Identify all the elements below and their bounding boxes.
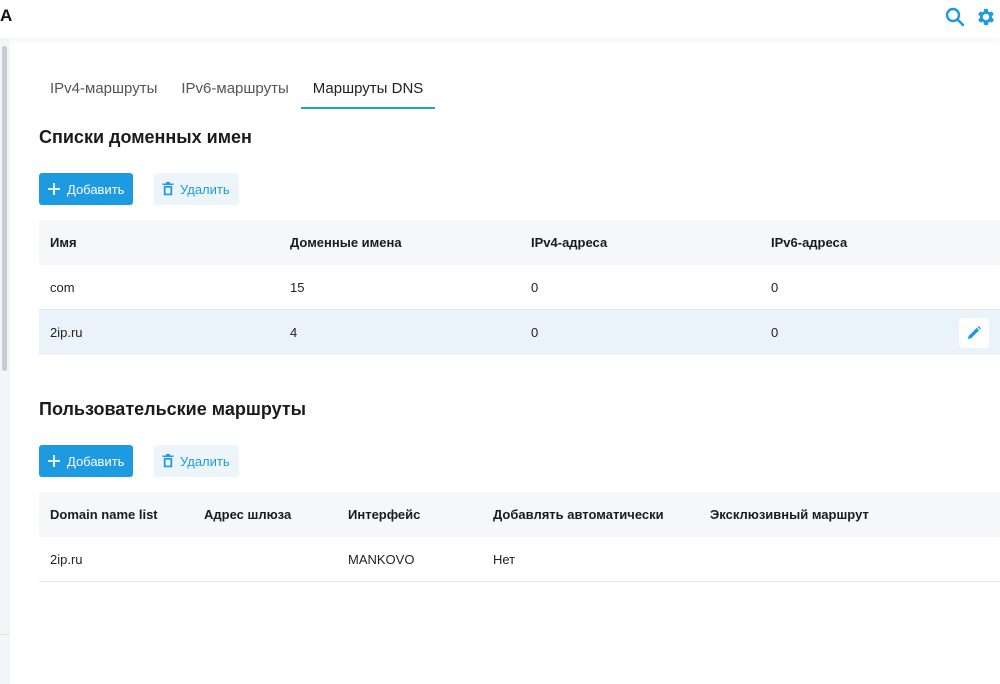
column-header: Эксклюзивный маршрут (710, 507, 869, 522)
cell-name: 2ip.ru (50, 325, 83, 340)
route-tabs: IPv4-маршруты IPv6-маршруты Маршруты DNS (38, 70, 1000, 109)
table-header: Имя Доменные имена IPv4-адреса IPv6-адре… (39, 220, 1000, 265)
pencil-icon (968, 326, 981, 339)
cell-name: com (50, 280, 75, 295)
plus-icon (48, 455, 60, 467)
trash-icon (162, 454, 174, 468)
tab-ipv4-routes[interactable]: IPv4-маршруты (38, 70, 169, 109)
cell-domain-count: 15 (290, 280, 305, 295)
delete-domain-list-button[interactable]: Удалить (154, 173, 239, 205)
search-icon[interactable] (944, 6, 966, 28)
column-header: Интерфейс (348, 507, 421, 522)
add-label: Добавить (67, 181, 125, 197)
column-header: IPv4-адреса (531, 235, 608, 250)
column-header: IPv6-адреса (771, 235, 848, 250)
delete-label: Удалить (180, 453, 230, 469)
add-route-button[interactable]: Добавить (39, 445, 134, 477)
left-rail (0, 38, 10, 684)
column-header: Domain name list (50, 507, 158, 522)
custom-routes-table: Domain name list Адрес шлюза Интерфейс Д… (39, 492, 1000, 582)
add-domain-list-button[interactable]: Добавить (39, 173, 134, 205)
cell-ipv6-count: 0 (771, 325, 779, 340)
delete-label: Удалить (180, 181, 230, 197)
cell-ipv6-count: 0 (771, 280, 779, 295)
column-header: Имя (50, 235, 77, 250)
custom-routes-title: Пользовательские маршруты (39, 399, 307, 419)
plus-icon (48, 183, 60, 195)
add-label: Добавить (67, 453, 125, 469)
table-row[interactable]: 2ip.ru 4 0 0 (39, 310, 1000, 355)
trash-icon (162, 182, 174, 196)
scrollbar-thumb[interactable] (2, 46, 7, 371)
table-row[interactable]: 2ip.ru MANKOVO Нет (39, 537, 1000, 582)
column-header: Доменные имена (290, 235, 402, 250)
edit-button[interactable] (959, 318, 989, 348)
table-row[interactable]: com 15 0 0 (39, 265, 1000, 310)
cell-domain-list: 2ip.ru (50, 552, 83, 567)
cell-interface: MANKOVO (348, 552, 415, 567)
column-header: Добавлять автоматически (493, 507, 664, 522)
tab-ipv6-routes[interactable]: IPv6-маршруты (169, 70, 300, 109)
domain-lists-table: Имя Доменные имена IPv4-адреса IPv6-адре… (39, 220, 1000, 355)
main-content: IPv4-маршруты IPv6-маршруты Маршруты DNS… (38, 38, 1000, 684)
domain-lists-title: Списки доменных имен (39, 127, 252, 147)
column-header: Адрес шлюза (204, 507, 292, 522)
cell-ipv4-count: 0 (531, 280, 539, 295)
tab-dns-routes[interactable]: Маршруты DNS (300, 70, 436, 109)
delete-route-button[interactable]: Удалить (154, 445, 239, 477)
divider (0, 634, 10, 635)
logo: A (0, 6, 13, 25)
table-header: Domain name list Адрес шлюза Интерфейс Д… (39, 492, 1000, 537)
top-bar: A (0, 0, 1000, 38)
cell-auto-add: Нет (493, 552, 516, 567)
cell-ipv4-count: 0 (531, 325, 539, 340)
gear-icon[interactable] (975, 6, 997, 28)
cell-domain-count: 4 (290, 325, 298, 340)
